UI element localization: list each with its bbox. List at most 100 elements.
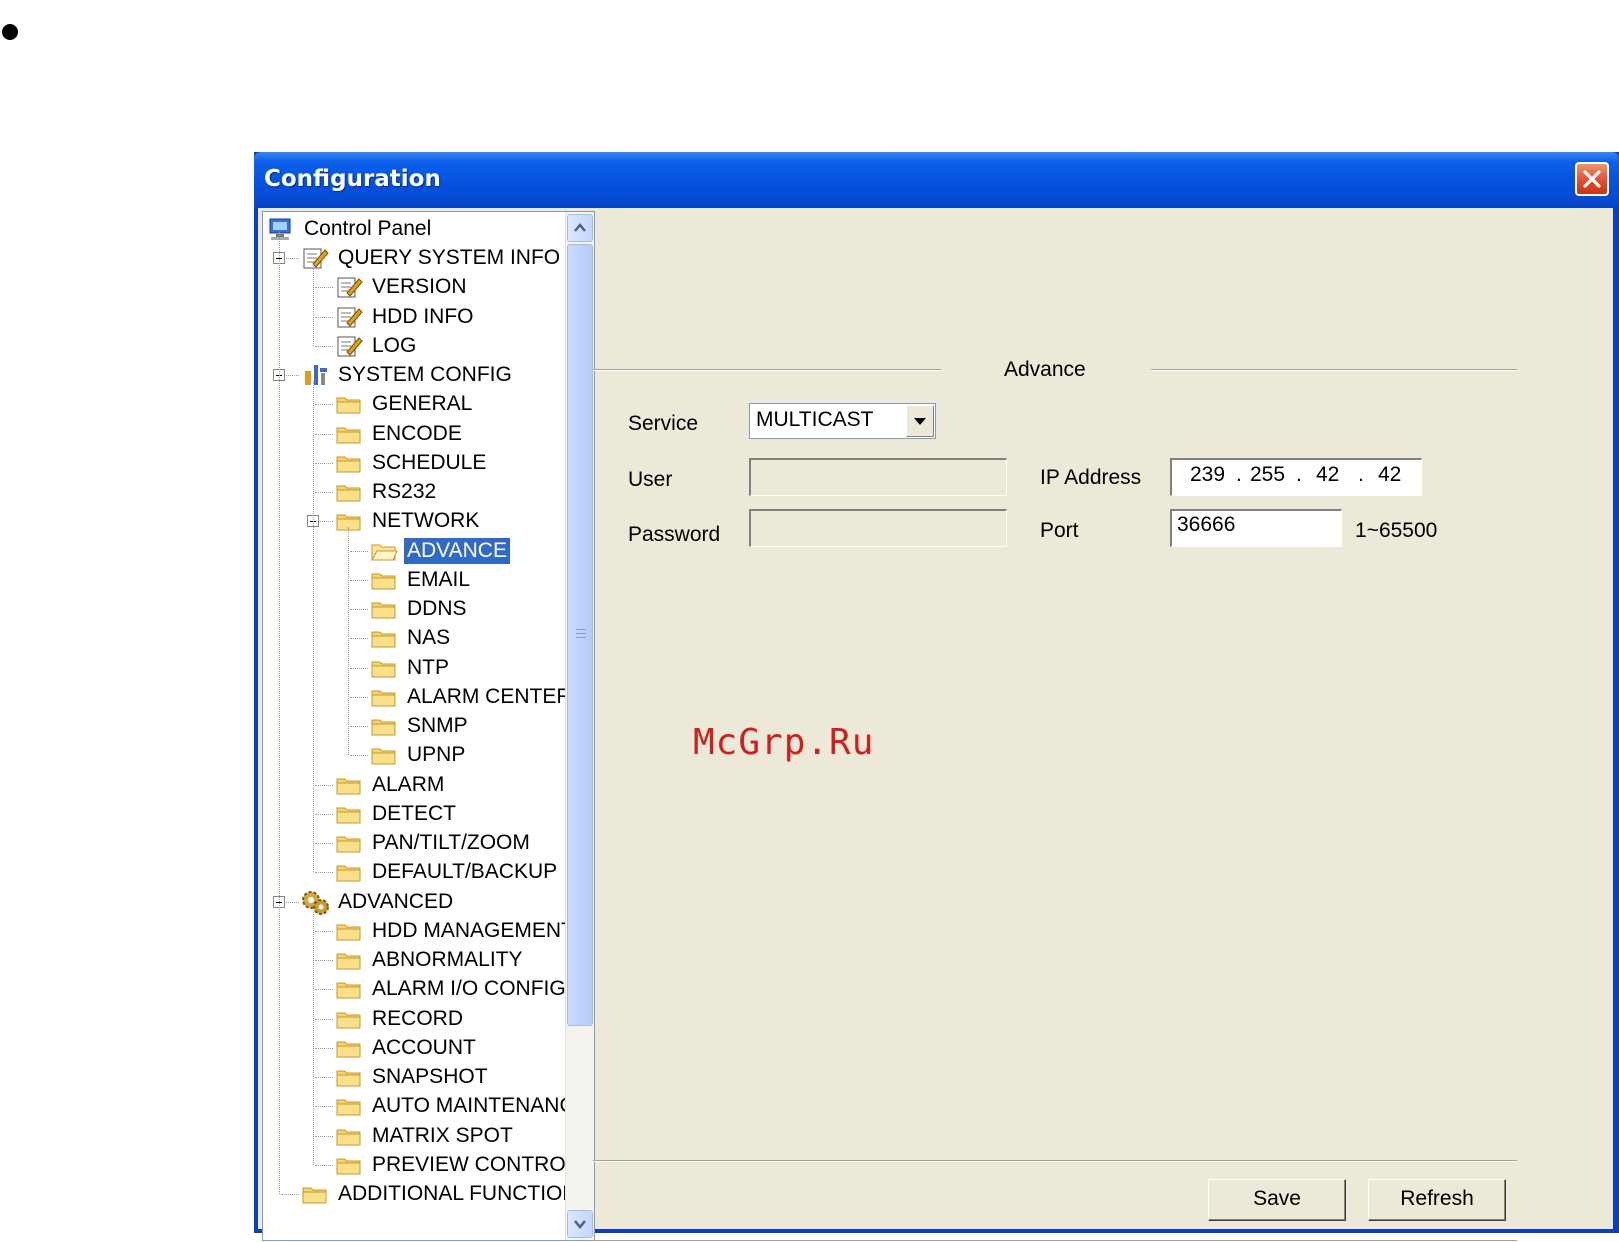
- tree-item-matrix-spot[interactable]: MATRIX SPOT: [335, 1122, 516, 1150]
- folder-icon: [335, 1065, 363, 1089]
- tree-item-label: ADDITIONAL FUNCTION: [338, 1182, 578, 1205]
- tree-item-general[interactable]: GENERAL: [335, 390, 475, 418]
- tree-item-label: VERSION: [372, 275, 467, 299]
- tree-root-control-panel[interactable]: Control Panel: [267, 215, 434, 243]
- tree-item-snapshot[interactable]: SNAPSHOT: [335, 1063, 491, 1091]
- tree-item-default-backup[interactable]: DEFAULT/BACKUP: [335, 858, 560, 886]
- tree-item-network[interactable]: NETWORK: [335, 507, 482, 535]
- tree-item-label: ADVANCE: [404, 537, 510, 564]
- group-rule-right: [1151, 369, 1517, 371]
- tree-item-label: ALARM: [372, 772, 445, 796]
- tree-item-preview-control[interactable]: PREVIEW CONTROL: [335, 1151, 580, 1179]
- ip-octet-4[interactable]: 42: [1378, 463, 1401, 487]
- folder-icon: [335, 860, 363, 884]
- tree-item-hdd-info[interactable]: HDD INFO: [335, 303, 477, 331]
- scroll-thumb[interactable]: [567, 244, 593, 1026]
- ip-octet-2[interactable]: 255: [1250, 463, 1285, 487]
- tree-item-label: DEFAULT/BACKUP: [372, 860, 558, 884]
- folder-icon: [370, 743, 398, 767]
- tree-item-alarm[interactable]: ALARM: [335, 771, 447, 799]
- tree-item-label: NETWORK: [372, 509, 480, 533]
- tree-item-account[interactable]: ACCOUNT: [335, 1034, 479, 1062]
- folder-icon: [335, 1036, 363, 1060]
- tree-item-label: ACCOUNT: [372, 1035, 476, 1059]
- tree-item-rs232[interactable]: RS232: [335, 478, 439, 506]
- close-button[interactable]: [1575, 162, 1609, 196]
- tree-item-label: MATRIX SPOT: [372, 1123, 513, 1147]
- tree-item-record[interactable]: RECORD: [335, 1005, 466, 1033]
- password-label: Password: [628, 523, 721, 546]
- port-input[interactable]: 36666: [1170, 509, 1342, 547]
- folder-icon: [335, 802, 363, 826]
- tree-item-detect[interactable]: DETECT: [335, 800, 459, 828]
- folder-icon: [301, 1182, 329, 1206]
- tree-item-label: NTP: [407, 655, 449, 679]
- note-icon: [335, 334, 363, 358]
- scroll-down-button[interactable]: [567, 1210, 593, 1238]
- tree-item-label: ADVANCED: [338, 889, 454, 913]
- tree-item-label: HDD INFO: [372, 304, 474, 328]
- tree-item-nas[interactable]: NAS: [370, 624, 453, 652]
- tree-item-email[interactable]: EMAIL: [370, 566, 473, 594]
- password-input[interactable]: [749, 509, 1007, 547]
- ip-octet-3[interactable]: 42: [1316, 463, 1339, 487]
- folder-icon: [335, 1153, 363, 1177]
- tree-item-ddns[interactable]: DDNS: [370, 595, 470, 623]
- service-select-value: MULTICAST: [756, 408, 874, 431]
- tree-item-label: NAS: [407, 626, 451, 650]
- note-icon: [301, 246, 329, 270]
- tree-item-label: ENCODE: [372, 421, 462, 445]
- save-button[interactable]: Save: [1208, 1179, 1346, 1221]
- ip-dot: .: [1296, 463, 1302, 486]
- window-client-area: Control Panel QUERY SYSTEM INFO VERSION HD…: [258, 208, 1613, 1242]
- tree-item-label: PREVIEW CONTROL: [372, 1152, 578, 1176]
- tree-scrollbar[interactable]: [565, 212, 594, 1240]
- tree-item-hdd-management[interactable]: HDD MANAGEMENT: [335, 917, 577, 945]
- user-label: User: [628, 468, 673, 491]
- dropdown-arrow-icon[interactable]: [906, 405, 934, 437]
- tree-item-label: SCHEDULE: [372, 450, 487, 474]
- tree-item-advanced[interactable]: ADVANCED: [301, 888, 456, 916]
- tree-item-auto-maintenance[interactable]: AUTO MAINTENANCE: [335, 1092, 592, 1120]
- tree-item-version[interactable]: VERSION: [335, 273, 470, 301]
- tree-item-ntp[interactable]: NTP: [370, 654, 452, 682]
- tree-item-schedule[interactable]: SCHEDULE: [335, 449, 489, 477]
- tree-item-log[interactable]: LOG: [335, 332, 419, 360]
- user-input[interactable]: [749, 458, 1007, 496]
- folder-icon: [335, 509, 363, 533]
- title-bar[interactable]: Configuration: [254, 152, 1619, 208]
- tree-item-query-system-info[interactable]: QUERY SYSTEM INFO: [301, 244, 563, 272]
- tree-item-alarm-center[interactable]: ALARM CENTER: [370, 683, 575, 711]
- tree-item-label: UPNP: [407, 743, 466, 767]
- tree-item-abnormality[interactable]: ABNORMALITY: [335, 946, 526, 974]
- tree-item-snmp[interactable]: SNMP: [370, 712, 471, 740]
- folder-icon: [335, 1124, 363, 1148]
- scroll-up-button[interactable]: [567, 214, 593, 242]
- tree-item-system-config[interactable]: SYSTEM CONFIG: [301, 361, 515, 389]
- tree-item-label: ALARM I/O CONFIG: [372, 977, 566, 1001]
- tree-item-label: SYSTEM CONFIG: [338, 363, 512, 386]
- tree-item-advance[interactable]: ADVANCE: [370, 537, 510, 565]
- divider-top: [593, 1160, 1517, 1162]
- tree-item-encode[interactable]: ENCODE: [335, 420, 465, 448]
- ip-address-input[interactable]: 239 . 255 . 42 . 42: [1170, 458, 1422, 496]
- tree-item-label: QUERY SYSTEM INFO: [338, 246, 561, 269]
- service-select[interactable]: MULTICAST: [749, 403, 936, 439]
- folder-icon: [335, 480, 363, 504]
- tree-item-label: DETECT: [372, 801, 456, 825]
- refresh-button[interactable]: Refresh: [1368, 1179, 1506, 1221]
- ip-octet-1[interactable]: 239: [1190, 463, 1225, 487]
- tree-item-pan-tilt-zoom[interactable]: PAN/TILT/ZOOM: [335, 829, 533, 857]
- tree-item-upnp[interactable]: UPNP: [370, 741, 468, 769]
- watermark: McGrp.Ru: [693, 722, 875, 763]
- tree-item-alarm-i-o-config[interactable]: ALARM I/O CONFIG: [335, 975, 569, 1003]
- folder-icon: [370, 626, 398, 650]
- tree-item-additional-function[interactable]: ADDITIONAL FUNCTION: [301, 1180, 581, 1208]
- folder-icon: [335, 1094, 363, 1118]
- tree-item-label: ABNORMALITY: [372, 948, 523, 971]
- tree-item-label: SNAPSHOT: [372, 1065, 488, 1088]
- tree-item-label: HDD MANAGEMENT: [372, 918, 574, 942]
- folder-icon: [370, 685, 398, 709]
- tree-item-label: DDNS: [407, 597, 467, 620]
- folder-icon: [335, 773, 363, 797]
